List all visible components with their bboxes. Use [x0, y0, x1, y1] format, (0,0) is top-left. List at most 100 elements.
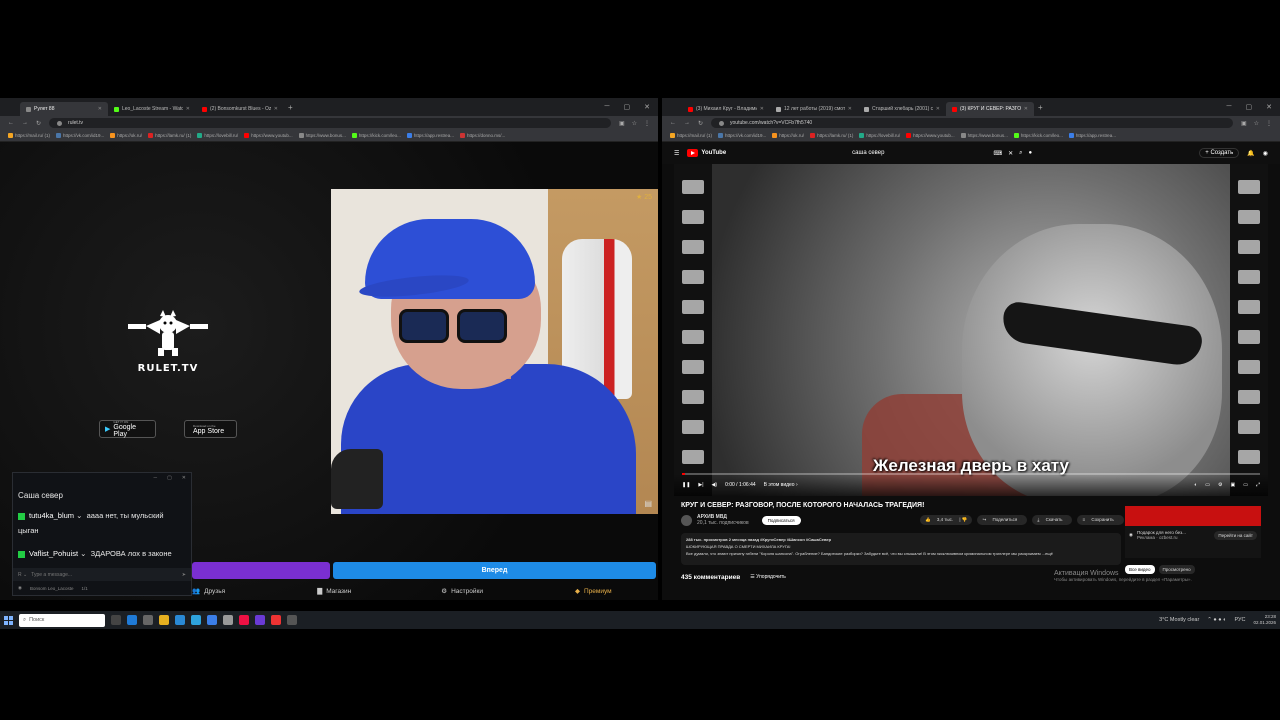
close-icon[interactable]: ✕: [98, 106, 102, 112]
language-indicator[interactable]: РУС: [1234, 617, 1245, 623]
url-field[interactable]: youtube.com/watch?v=VCFb7fh5740: [711, 118, 1233, 128]
minimize-icon[interactable]: ─: [154, 475, 158, 481]
hamburger-icon[interactable]: ☰: [674, 150, 679, 157]
forward-icon[interactable]: →: [22, 120, 28, 126]
reload-icon[interactable]: ↻: [36, 120, 41, 127]
bookmark-item[interactable]: https://lovebill.ru/: [859, 133, 900, 138]
theater-icon[interactable]: ▭: [1243, 482, 1248, 488]
bookmark-item[interactable]: https://www.youtub...: [906, 133, 955, 138]
maximize-icon[interactable]: ▢: [624, 103, 631, 111]
nav-premium[interactable]: ◆ Премиум: [575, 587, 612, 596]
bookmark-item[interactable]: https://lovebill.ru/: [197, 133, 238, 138]
site-info-icon[interactable]: [719, 120, 725, 126]
download-button[interactable]: ⤓ Скачать: [1032, 515, 1073, 525]
url-field[interactable]: rulet.tv: [49, 118, 611, 128]
explorer-icon[interactable]: [159, 615, 169, 625]
sponsored-ad[interactable]: ◉ Подарок для него без... Реклама · ozbes…: [1125, 506, 1261, 558]
star-icon[interactable]: ★ 25: [636, 193, 652, 201]
close-window-icon[interactable]: ✕: [1266, 103, 1272, 111]
bookmark-item[interactable]: https://donno.ms/...: [459, 133, 505, 138]
tab-youtube[interactable]: (2) Bonsomkurst Blues - Ozzie✕: [196, 102, 284, 116]
nav-shop[interactable]: ▇ Магазин: [317, 587, 351, 596]
app-store-badge[interactable]: Download on the App Store: [184, 420, 237, 438]
search-icon[interactable]: ⌕: [1019, 150, 1022, 157]
settings-icon[interactable]: ⚙: [1218, 482, 1222, 488]
app-icon[interactable]: [223, 615, 233, 625]
fullscreen-icon[interactable]: ⤢: [1256, 482, 1260, 488]
edge-icon[interactable]: [127, 615, 137, 625]
close-icon[interactable]: ✕: [186, 106, 190, 112]
clock[interactable]: 23:28 02.01.2026: [1253, 614, 1276, 626]
reload-icon[interactable]: ↻: [698, 120, 703, 127]
bookmark-item[interactable]: https://lamk.ru/ (1): [810, 133, 853, 138]
bookmark-item[interactable]: https://app.restrea...: [406, 133, 454, 138]
volume-icon[interactable]: ◀): [712, 482, 718, 488]
youtube-logo[interactable]: YouTube: [687, 149, 726, 157]
new-tab-button[interactable]: +: [288, 103, 293, 112]
send-icon[interactable]: ➤: [182, 572, 186, 578]
extension-icon[interactable]: ▣: [619, 120, 625, 127]
sort-button[interactable]: ☰ Упорядочить: [750, 574, 786, 581]
webcam-video[interactable]: ★ 25 ▤: [331, 189, 658, 514]
app-icon[interactable]: [239, 615, 249, 625]
share-button[interactable]: ↪ Поделиться: [977, 515, 1028, 525]
close-icon[interactable]: ✕: [936, 106, 940, 112]
bookmark-item[interactable]: https://mail.ru/ (1): [8, 133, 50, 138]
tab-4[interactable]: (3) КРУГ И СЕВЕР: РАЗГОВ ✕: [946, 102, 1034, 116]
google-play-badge[interactable]: ▶ GET IT ON Google Play: [99, 420, 156, 438]
autoplay-toggle[interactable]: ◐: [1194, 482, 1197, 488]
bell-icon[interactable]: 🔔: [1247, 150, 1254, 157]
platform-icon[interactable]: R ⌄: [18, 572, 27, 578]
channel-avatar[interactable]: [681, 514, 692, 526]
close-icon[interactable]: ✕: [182, 475, 186, 481]
close-icon[interactable]: ✕: [274, 106, 278, 112]
avatar[interactable]: ◉: [1263, 150, 1268, 157]
chrome-icon[interactable]: [287, 615, 297, 625]
new-tab-button[interactable]: +: [1038, 103, 1043, 112]
tab-3[interactable]: Старший хлебарь (2001) смотр✕: [858, 102, 946, 116]
ad-cta-button[interactable]: Перейти на сайт: [1214, 530, 1257, 540]
chapter-button[interactable]: В этом видео ›: [764, 482, 798, 488]
close-icon[interactable]: ✕: [848, 106, 852, 112]
tab-rulet[interactable]: Рулет 88 ✕: [20, 102, 108, 116]
clear-icon[interactable]: ✕: [1008, 150, 1013, 157]
close-window-icon[interactable]: ✕: [644, 103, 650, 111]
obs-icon[interactable]: [255, 615, 265, 625]
bookmark-item[interactable]: https://app.restrea...: [1068, 133, 1116, 138]
store-icon[interactable]: [175, 615, 185, 625]
create-button[interactable]: + Создать: [1199, 148, 1240, 158]
task-view-icon[interactable]: [111, 615, 121, 625]
tab-2[interactable]: 12 лет работы (2019) смотре ✕: [770, 102, 858, 116]
miniplayer-icon[interactable]: ▣: [1231, 482, 1236, 488]
bookmark-item[interactable]: https://ok.ru/: [772, 133, 804, 138]
bookmark-item[interactable]: https://ok.ru/: [110, 133, 142, 138]
subscribe-button[interactable]: Подписаться: [761, 515, 801, 525]
back-icon[interactable]: ←: [670, 120, 676, 126]
back-icon[interactable]: ←: [8, 120, 14, 126]
search-input[interactable]: саша север ⌨ ✕ ⌕ ●: [852, 150, 1032, 157]
like-button[interactable]: 👍 3,4 тыс. | 👎: [920, 515, 973, 525]
menu-icon[interactable]: ⋮: [644, 120, 650, 127]
tray-icons[interactable]: ⌃ ● ● ◐: [1207, 617, 1226, 623]
chrome-icon[interactable]: [271, 615, 281, 625]
minimize-icon[interactable]: ─: [605, 103, 610, 111]
minimize-icon[interactable]: ─: [1227, 103, 1232, 111]
purple-button[interactable]: [192, 562, 330, 579]
tab-1[interactable]: (3) Михаил Круг - Владимирск✕: [682, 102, 770, 116]
settings-icon[interactable]: ▤: [644, 499, 652, 508]
video-player[interactable]: Железная дверь в хату ❚❚ ▶| ◀) 0:00 / 1:…: [674, 164, 1268, 496]
close-icon[interactable]: ✕: [760, 106, 764, 112]
pause-icon[interactable]: ❚❚: [682, 482, 690, 488]
app-icon[interactable]: [207, 615, 217, 625]
save-button[interactable]: ≡ Сохранить: [1077, 515, 1124, 525]
bookmark-item[interactable]: https://mail.ru/ (1): [670, 133, 712, 138]
mic-icon[interactable]: ●: [1029, 150, 1033, 156]
bookmark-item[interactable]: https://www.bonus...: [298, 133, 346, 138]
maximize-icon[interactable]: ▢: [1246, 103, 1253, 111]
bookmark-item[interactable]: https://www.youtub...: [244, 133, 293, 138]
site-info-icon[interactable]: [57, 120, 63, 126]
media-icon[interactable]: [143, 615, 153, 625]
bookmark-item[interactable]: https://kick.com/leo...: [1013, 133, 1063, 138]
bookmark-star-icon[interactable]: ☆: [1254, 120, 1259, 127]
forward-icon[interactable]: →: [684, 120, 690, 126]
